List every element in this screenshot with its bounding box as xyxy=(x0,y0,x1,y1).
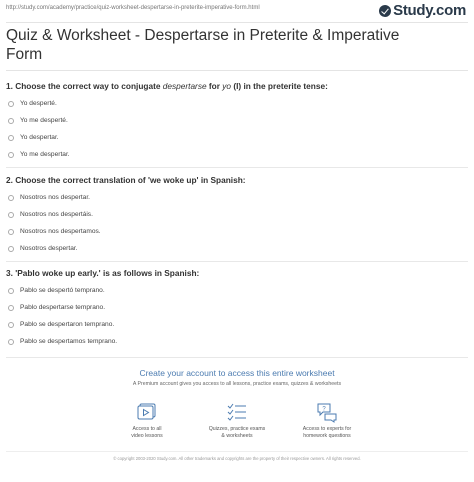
study-logo[interactable]: Study.com xyxy=(379,2,466,19)
answer-text: Pablo se despertamos temprano. xyxy=(20,338,118,345)
answer-option[interactable]: Pablo se despertaron temprano. xyxy=(8,321,114,328)
answer-text: Nosotros despertar. xyxy=(20,245,78,252)
radio-icon[interactable] xyxy=(8,211,14,218)
radio-icon[interactable] xyxy=(8,194,14,201)
radio-icon[interactable] xyxy=(8,228,14,235)
feature-line1: Access to experts for xyxy=(302,426,352,432)
quizzes-checklist-icon xyxy=(225,400,249,424)
feature-label: Access to experts for homework questions xyxy=(272,426,382,440)
answer-option[interactable]: Yo despertar. xyxy=(8,134,59,141)
radio-icon[interactable] xyxy=(8,304,14,311)
question-text-mid: for xyxy=(206,81,223,91)
answer-text: Nosotros nos despertamos. xyxy=(20,228,101,235)
copyright-footer: © copyright 2003-2020 Study.com. All oth… xyxy=(113,456,361,461)
divider xyxy=(6,261,468,262)
answer-text: Nosotros nos despertar. xyxy=(20,194,91,201)
answer-text: Yo desperté. xyxy=(20,100,57,107)
question-2: 2. Choose the correct translation of 'we… xyxy=(6,175,246,185)
radio-icon[interactable] xyxy=(8,338,14,345)
answer-option[interactable]: Pablo despertarse temprano. xyxy=(8,304,105,311)
video-lessons-icon xyxy=(135,400,159,424)
radio-icon[interactable] xyxy=(8,134,14,141)
answer-option[interactable]: Nosotros nos despertáis. xyxy=(8,211,93,218)
answer-option[interactable]: Pablo se despertamos temprano. xyxy=(8,338,117,345)
answer-text: Yo despertar. xyxy=(20,134,59,141)
answer-option[interactable]: Nosotros despertar. xyxy=(8,245,78,252)
answer-text: Nosotros nos despertáis. xyxy=(20,211,93,218)
feature-experts: ? Access to experts for homework questio… xyxy=(272,400,382,440)
question-1: 1. Choose the correct way to conjugate d… xyxy=(6,81,328,91)
answer-option[interactable]: Yo me desperté. xyxy=(8,117,68,124)
promo-subtitle: A Premium account gives you access to al… xyxy=(132,381,342,387)
answer-text: Pablo se despertaron temprano. xyxy=(20,321,115,328)
radio-icon[interactable] xyxy=(8,245,14,252)
answer-text: Yo me desperté. xyxy=(20,117,68,124)
divider xyxy=(6,167,468,168)
question-number: 3. xyxy=(6,268,13,278)
answer-option[interactable]: Yo me despertar. xyxy=(8,151,70,158)
page-header: http://study.com/academy/practice/quiz-w… xyxy=(0,0,474,20)
radio-icon[interactable] xyxy=(8,287,14,294)
answer-option[interactable]: Yo desperté. xyxy=(8,100,57,107)
answer-text: Yo me despertar. xyxy=(20,151,70,158)
radio-icon[interactable] xyxy=(8,151,14,158)
answer-text: Pablo se despertó temprano. xyxy=(20,287,105,294)
answer-option[interactable]: Nosotros nos despertamos. xyxy=(8,228,101,235)
page-url[interactable]: http://study.com/academy/practice/quiz-w… xyxy=(6,5,260,11)
question-text-post: (I) in the preterite tense: xyxy=(231,81,328,91)
logo-text: Study.com xyxy=(393,2,466,19)
question-text-pre: Choose the correct way to conjugate xyxy=(15,81,163,91)
expert-chat-icon: ? xyxy=(315,400,339,424)
promo-title[interactable]: Create your account to access this entir… xyxy=(0,368,474,378)
radio-icon[interactable] xyxy=(8,321,14,328)
divider xyxy=(6,357,468,358)
answer-option[interactable]: Pablo se despertó temprano. xyxy=(8,287,105,294)
question-text: Choose the correct translation of 'we wo… xyxy=(15,175,246,185)
question-text: 'Pablo woke up early.' is as follows in … xyxy=(15,268,200,278)
radio-icon[interactable] xyxy=(8,117,14,124)
question-text-em: yo xyxy=(222,81,232,91)
question-number: 1. xyxy=(6,81,13,91)
question-number: 2. xyxy=(6,175,13,185)
divider xyxy=(6,70,468,71)
answer-text: Pablo despertarse temprano. xyxy=(20,304,106,311)
divider xyxy=(6,22,468,23)
feature-line2: homework questions xyxy=(303,433,351,439)
radio-icon[interactable] xyxy=(8,100,14,107)
divider xyxy=(6,451,468,452)
page-title: Quiz & Worksheet - Despertarse in Preter… xyxy=(6,27,400,63)
question-text-em: despertarse xyxy=(162,81,207,91)
study-checkmark-logo-icon xyxy=(379,4,392,17)
question-3: 3. 'Pablo woke up early.' is as follows … xyxy=(6,268,199,278)
answer-option[interactable]: Nosotros nos despertar. xyxy=(8,194,90,201)
